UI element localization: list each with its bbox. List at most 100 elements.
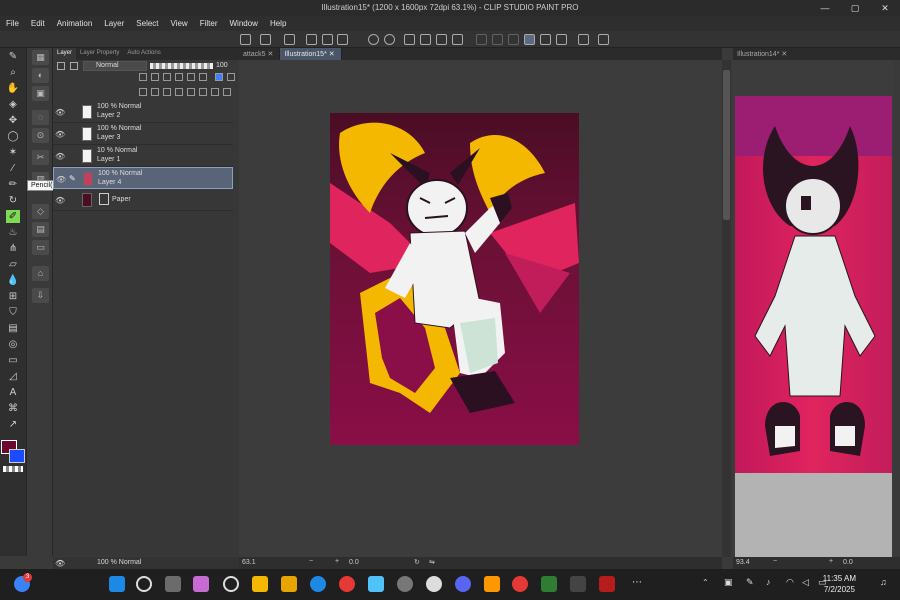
microsoft-store-icon[interactable] (281, 576, 297, 592)
balloon-tool-icon[interactable]: ⌘ (6, 402, 20, 415)
pen-tool-icon[interactable]: ✎ (6, 50, 20, 63)
document-tab[interactable]: attack5 ✕ (239, 48, 281, 60)
new-canvas-icon[interactable] (240, 34, 251, 45)
airbrush-tool-icon[interactable]: ♨ (6, 226, 20, 239)
menu-file[interactable]: File (0, 19, 25, 28)
pen-tray-icon[interactable]: ✎ (746, 577, 754, 588)
copilot-icon[interactable] (193, 576, 209, 592)
reference-layer-icon[interactable] (578, 34, 589, 45)
wifi-icon[interactable]: ◠ (786, 577, 794, 588)
layer-row[interactable]: 👁 Paper (53, 189, 233, 211)
pencil-tool-icon[interactable]: ✏ (6, 178, 20, 191)
layer-color-icon[interactable] (215, 73, 223, 81)
second-canvas-area[interactable] (733, 60, 893, 557)
visibility-icon[interactable]: 👁 (56, 175, 66, 184)
share-icon[interactable] (337, 34, 348, 45)
brush-tool-icon[interactable]: ✐ (6, 210, 20, 223)
visibility-icon[interactable]: 👁 (55, 130, 65, 139)
clip-studio-paint-icon[interactable] (426, 576, 442, 592)
brush-size-icon[interactable]: ◐ (32, 68, 49, 83)
app-icon[interactable] (599, 576, 615, 592)
panel-settings-icon[interactable] (70, 62, 78, 70)
minimize-button[interactable]: — (810, 0, 840, 16)
hand-tool-icon[interactable]: ✋ (6, 82, 20, 95)
transparent-color-swatch[interactable] (3, 466, 23, 472)
help-icon[interactable] (598, 34, 609, 45)
file-explorer-icon[interactable] (252, 576, 268, 592)
more-apps-icon[interactable]: ⋯ (632, 577, 642, 588)
layer-row[interactable]: 👁 100 % Normal Layer 3 (53, 123, 233, 145)
open-file-icon[interactable] (260, 34, 271, 45)
selection-border-icon[interactable] (508, 34, 519, 45)
chrome-icon[interactable] (339, 576, 355, 592)
artwork-canvas[interactable] (330, 113, 579, 445)
folder-icon[interactable]: ⌂ (32, 266, 49, 281)
lasso-tool-icon[interactable]: ◯ (6, 130, 20, 143)
clip-icon[interactable] (139, 73, 147, 81)
layer-menu-icon[interactable] (57, 62, 65, 70)
move-layer-tool-icon[interactable]: ✥ (6, 114, 20, 127)
export-icon[interactable] (306, 34, 317, 45)
transfer-down-icon[interactable] (187, 88, 195, 96)
visibility-icon[interactable]: 👁 (55, 559, 65, 568)
delete-mask-icon[interactable] (211, 88, 219, 96)
eyedropper-tool-icon[interactable]: ⁄ (6, 162, 20, 175)
home-app-icon[interactable] (541, 576, 557, 592)
speaker-tray-icon[interactable]: ♪ (766, 577, 771, 587)
document-tab-active[interactable]: Illustration15* ✕ (280, 48, 342, 60)
transform-icon[interactable] (436, 34, 447, 45)
vertical-scrollbar[interactable] (722, 60, 731, 557)
windows-start-icon[interactable] (109, 576, 125, 592)
layer-row[interactable]: 👁 100 % Normal Layer 2 (53, 101, 233, 123)
opera-icon[interactable] (512, 576, 528, 592)
sub-tool-panel-icon[interactable]: ▦ (32, 50, 49, 65)
save-icon[interactable] (284, 34, 295, 45)
undo-icon[interactable] (368, 34, 379, 45)
zoom-tool-icon[interactable]: ⌕ (6, 66, 20, 79)
zoom-in-icon[interactable]: + (335, 558, 339, 565)
second-zoom-value[interactable]: 93.4 (736, 559, 750, 566)
second-angle-value[interactable]: 0.0 (843, 559, 853, 566)
eraser-tool-icon[interactable]: ▱ (6, 258, 20, 271)
import-icon[interactable]: ⇩ (32, 288, 49, 303)
color-wheel-icon[interactable]: ◌ (32, 110, 49, 125)
apply-mask-icon[interactable] (199, 88, 207, 96)
tab-auto-actions[interactable]: Auto Actions (123, 48, 164, 60)
timeline-icon[interactable]: ▭ (32, 240, 49, 255)
crop-icon[interactable] (452, 34, 463, 45)
ruler-tool-icon[interactable]: ◿ (6, 370, 20, 383)
tool-property-icon[interactable]: ▣ (32, 86, 49, 101)
edge-icon[interactable] (310, 576, 326, 592)
snap-special-ruler-icon[interactable] (540, 34, 551, 45)
chatgpt-icon[interactable] (223, 576, 239, 592)
second-document-tab[interactable]: Illustration14* ✕ (733, 48, 900, 60)
fill-tool-icon[interactable]: ⛉ (6, 306, 20, 319)
layer-row-selected[interactable]: 👁 ✎ 100 % Normal Layer 4 (53, 167, 233, 189)
task-view-icon[interactable] (165, 576, 181, 592)
print-icon[interactable] (322, 34, 333, 45)
invert-selection-icon[interactable] (492, 34, 503, 45)
scroll-thumb[interactable] (723, 70, 730, 220)
redo-icon[interactable] (384, 34, 395, 45)
search-icon[interactable] (136, 576, 152, 592)
flip-icon[interactable]: ⇋ (429, 558, 435, 566)
tray-chevron-icon[interactable]: ⌃ (702, 578, 709, 587)
notification-bell-icon[interactable]: ♫ (880, 577, 887, 587)
layer-color-dropdown-icon[interactable] (227, 73, 235, 81)
deselect-icon[interactable] (476, 34, 487, 45)
opacity-value[interactable]: 100 (216, 62, 228, 69)
mask-icon[interactable] (187, 73, 195, 81)
menu-filter[interactable]: Filter (194, 19, 224, 28)
zoom-in-icon[interactable]: + (829, 558, 833, 565)
menu-view[interactable]: View (165, 19, 194, 28)
notepad-icon[interactable] (368, 576, 384, 592)
text-tool-icon[interactable]: A (6, 386, 20, 399)
menu-select[interactable]: Select (130, 19, 164, 28)
frame-border-tool-icon[interactable]: ⊞ (6, 290, 20, 303)
tab-layer-property[interactable]: Layer Property (76, 48, 123, 60)
menu-window[interactable]: Window (224, 19, 264, 28)
second-artwork[interactable] (735, 96, 892, 473)
tab-layer[interactable]: Layer (53, 48, 77, 60)
menu-edit[interactable]: Edit (25, 19, 51, 28)
clear-icon[interactable] (404, 34, 415, 45)
